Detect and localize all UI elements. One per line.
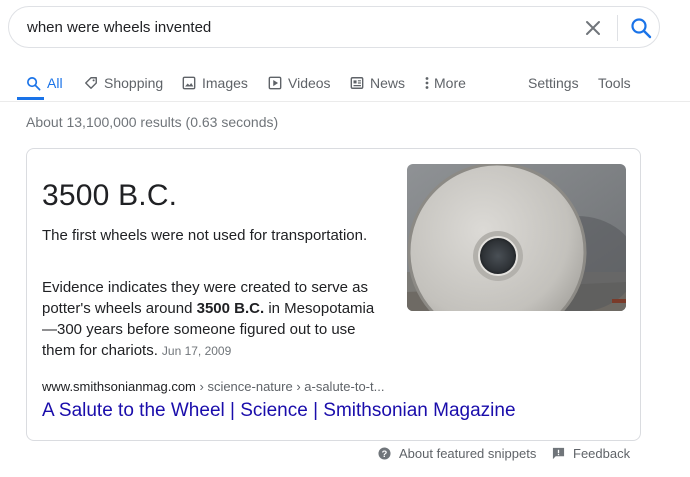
settings-label: Settings bbox=[528, 75, 579, 91]
feedback-icon bbox=[552, 447, 565, 460]
image-icon bbox=[182, 76, 196, 90]
tab-more-label: More bbox=[434, 75, 466, 91]
search-input[interactable] bbox=[27, 7, 547, 47]
tab-more[interactable]: More bbox=[424, 66, 466, 100]
feedback-link[interactable]: Feedback bbox=[552, 446, 630, 461]
tab-news-label: News bbox=[370, 75, 406, 91]
tag-icon bbox=[85, 77, 97, 89]
search-bar bbox=[8, 6, 660, 48]
play-icon bbox=[268, 76, 282, 90]
active-tab-indicator bbox=[17, 97, 44, 100]
news-icon bbox=[350, 77, 364, 89]
tab-all-label: All bbox=[47, 75, 63, 91]
search-icon bbox=[631, 18, 652, 39]
search-button[interactable] bbox=[628, 15, 654, 41]
tab-shopping[interactable]: Shopping bbox=[84, 66, 163, 100]
about-featured-snippets-label: About featured snippets bbox=[399, 446, 537, 461]
tools-label: Tools bbox=[598, 75, 631, 91]
snippet-text-bold: 3500 B.C. bbox=[196, 300, 265, 317]
featured-snippet-card: 3500 B.C. The first wheels were not used… bbox=[26, 148, 641, 441]
tab-images-label: Images bbox=[202, 75, 248, 91]
result-title-link[interactable]: A Salute to the Wheel | Science | Smiths… bbox=[42, 400, 516, 422]
svg-text:?: ? bbox=[382, 449, 388, 459]
snippet-lead: The first wheels were not used for trans… bbox=[42, 227, 368, 244]
tabs-divider bbox=[0, 101, 690, 102]
tab-shopping-label: Shopping bbox=[104, 75, 164, 91]
search-icon bbox=[27, 76, 41, 90]
snippet-answer: 3500 B.C. bbox=[42, 179, 178, 212]
result-breadcrumb: www.smithsonianmag.com › science-nature … bbox=[42, 379, 384, 394]
stone-wheel-image bbox=[407, 164, 626, 311]
more-vertical-icon bbox=[425, 77, 429, 89]
settings-link[interactable]: Settings bbox=[528, 66, 579, 100]
tab-videos[interactable]: Videos bbox=[268, 66, 331, 100]
help-icon: ? bbox=[378, 447, 391, 460]
result-path: › science-nature › a-salute-to-t... bbox=[195, 379, 385, 394]
result-site: www.smithsonianmag.com bbox=[42, 379, 196, 394]
tab-videos-label: Videos bbox=[288, 75, 331, 91]
about-featured-snippets-link[interactable]: ? About featured snippets bbox=[378, 446, 536, 461]
search-bar-divider bbox=[617, 15, 618, 41]
close-icon bbox=[586, 21, 600, 35]
snippet-text: Evidence indicates they were created to … bbox=[42, 277, 382, 362]
tab-all[interactable]: All bbox=[26, 66, 63, 100]
snippet-thumbnail[interactable] bbox=[407, 164, 626, 311]
snippet-date: Jun 17, 2009 bbox=[161, 344, 232, 358]
tab-news[interactable]: News bbox=[350, 66, 405, 100]
search-tabs: All Shopping Images Videos News More Set… bbox=[0, 66, 690, 102]
result-stats: About 13,100,000 results (0.63 seconds) bbox=[26, 114, 279, 130]
feedback-label: Feedback bbox=[573, 446, 631, 461]
clear-button[interactable] bbox=[581, 16, 605, 40]
tools-link[interactable]: Tools bbox=[598, 66, 631, 100]
tab-images[interactable]: Images bbox=[182, 66, 248, 100]
